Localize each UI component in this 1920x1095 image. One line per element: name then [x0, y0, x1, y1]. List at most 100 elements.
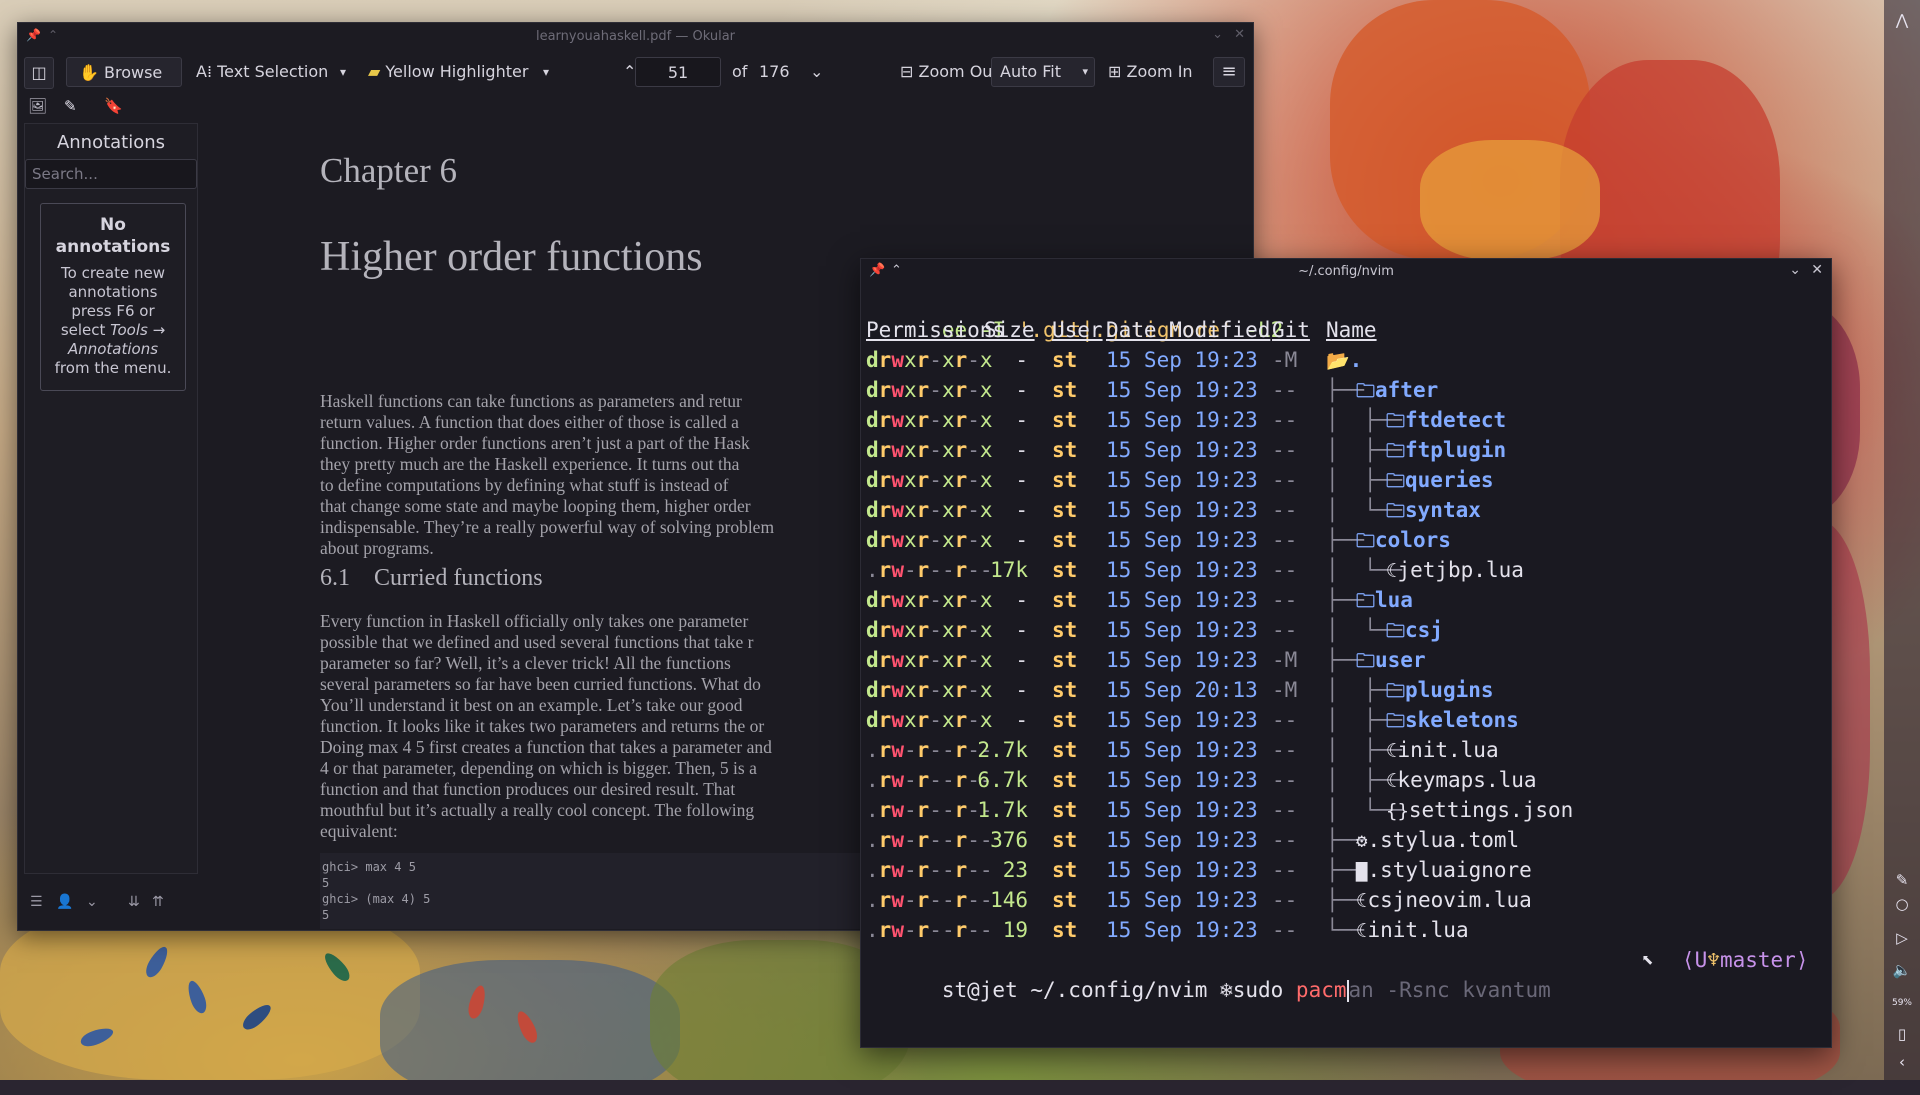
- prompt-user-host: st@jet: [941, 978, 1018, 1002]
- permission-char: w: [891, 768, 904, 792]
- expand-all-icon[interactable]: ⇊: [128, 894, 140, 910]
- permission-char: w: [891, 378, 904, 402]
- date-modified: 15 Sep 19:23: [1106, 498, 1258, 522]
- permission-char: .: [866, 888, 879, 912]
- permission-char: r: [916, 648, 930, 672]
- zoom-in-button[interactable]: ⊞ Zoom In: [1108, 57, 1193, 87]
- zoom-mode-select[interactable]: Auto Fit ▾: [991, 57, 1095, 87]
- permission-char: x: [903, 438, 917, 462]
- media-play-icon[interactable]: ▷: [1892, 928, 1912, 948]
- mouse-cursor-icon: ⬉: [1641, 948, 1654, 972]
- folder-icon: 🗀: [1356, 650, 1376, 672]
- circle-icon[interactable]: ○: [1892, 894, 1912, 914]
- file-entry[interactable]: ☾jetjbp.lua: [1386, 555, 1524, 586]
- directory-entry[interactable]: 🗀lua: [1356, 585, 1413, 616]
- volume-icon[interactable]: 🔈: [1892, 960, 1912, 980]
- filter-list-icon[interactable]: ☰: [30, 894, 43, 910]
- directory-entry[interactable]: 🗀ftdetect: [1386, 405, 1506, 436]
- tool-dropdown-arrow[interactable]: ▾: [340, 57, 346, 87]
- highlighter-label: Yellow Highlighter: [385, 62, 529, 81]
- terminal-output[interactable]: ee -I '.git|.gitignore' -L2 Permissions S…: [866, 285, 1831, 1002]
- file-entry[interactable]: ⚙.stylua.toml: [1356, 825, 1519, 856]
- text-line: function. It looks like it takes two par…: [320, 716, 765, 736]
- directory-entry[interactable]: 🗀after: [1356, 375, 1438, 406]
- permission-char: r: [878, 468, 892, 492]
- annotation-dropdown-arrow[interactable]: ▾: [543, 57, 549, 87]
- file-size: 1.7k: [977, 798, 1028, 822]
- help-line: press F6 or: [71, 302, 155, 320]
- close-icon[interactable]: ✕: [1811, 262, 1823, 278]
- permission-char: r: [878, 708, 892, 732]
- directory-entry[interactable]: 🗀ftplugin: [1386, 435, 1506, 466]
- launcher-icon[interactable]: ⋀: [1892, 10, 1912, 30]
- file-icon: ☾: [1356, 890, 1368, 912]
- file-entry[interactable]: ☾init.lua: [1356, 915, 1469, 946]
- file-entry[interactable]: ☾csjneovim.lua: [1356, 885, 1532, 916]
- column-header: Name: [1326, 318, 1377, 342]
- file-entry[interactable]: ▇.styluaignore: [1356, 855, 1532, 886]
- highlighter-button[interactable]: ▰ Yellow Highlighter: [368, 57, 528, 87]
- date-modified: 15 Sep 19:23: [1106, 408, 1258, 432]
- entry-name: after: [1375, 378, 1439, 402]
- zoom-out-button[interactable]: ⊟ Zoom Out: [900, 57, 999, 87]
- annotations-tab-icon[interactable]: ✎: [64, 97, 77, 115]
- date-modified: 15 Sep 19:23: [1106, 618, 1258, 642]
- permission-char: -: [903, 558, 917, 582]
- owner: st: [1052, 378, 1078, 402]
- snowflake-icon: ❄: [1220, 978, 1233, 1002]
- collapse-all-icon[interactable]: ⇈: [152, 894, 164, 910]
- permission-char: w: [891, 498, 904, 522]
- code-block: ghci> max 4 5 5 ghci> (max 4) 5 5: [320, 853, 862, 929]
- directory-entry[interactable]: 🗀csj: [1386, 615, 1443, 646]
- directory-entry[interactable]: 🗀colors: [1356, 525, 1451, 556]
- permission-char: r: [878, 768, 892, 792]
- owner: st: [1052, 498, 1078, 522]
- directory-entry[interactable]: 📂.: [1326, 345, 1362, 376]
- zoom-in-icon: ⊞: [1108, 62, 1122, 81]
- pen-icon[interactable]: ✎: [1892, 870, 1912, 890]
- sidebar-toggle-button[interactable]: ◫: [24, 57, 54, 89]
- owner: st: [1052, 348, 1078, 372]
- entry-name: jetjbp.lua: [1397, 558, 1524, 582]
- page-number-input[interactable]: 51: [635, 57, 721, 87]
- next-page-icon[interactable]: ⌄: [810, 57, 823, 87]
- git-status: --: [1272, 498, 1298, 522]
- thumbnails-icon[interactable]: 🖼: [28, 97, 47, 115]
- entry-name: ftplugin: [1405, 438, 1507, 462]
- file-entry[interactable]: ☾keymaps.lua: [1386, 765, 1537, 796]
- chevron-down-icon[interactable]: ⌄: [86, 894, 98, 910]
- permission-char: r: [878, 438, 892, 462]
- close-icon[interactable]: ✕: [1234, 27, 1245, 42]
- listing-row: drwxr-xr-x - st 15 Sep 19:23 -M 📂.: [866, 345, 1831, 375]
- directory-entry[interactable]: 🗀plugins: [1386, 675, 1494, 706]
- directory-entry[interactable]: 🗀user: [1356, 645, 1426, 676]
- owner: st: [1052, 588, 1078, 612]
- owner: st: [1052, 828, 1078, 852]
- hamburger-menu-button[interactable]: ≡: [1213, 57, 1245, 87]
- permission-char: r: [878, 678, 892, 702]
- permission-char: -: [929, 468, 942, 492]
- permission-char: .: [866, 858, 879, 882]
- owner: st: [1052, 408, 1078, 432]
- file-entry[interactable]: {}settings.json: [1386, 795, 1573, 826]
- file-entry[interactable]: ☾init.lua: [1386, 735, 1499, 766]
- text-selection-button[interactable]: A⁞ Text Selection: [196, 57, 328, 87]
- directory-entry[interactable]: 🗀queries: [1386, 465, 1494, 496]
- file-size: 2.7k: [977, 738, 1028, 762]
- bookmark-icon[interactable]: 🔖: [104, 97, 123, 115]
- directory-entry[interactable]: 🗀syntax: [1386, 495, 1481, 526]
- browse-button[interactable]: ✋ Browse: [66, 57, 182, 87]
- git-status: --: [1272, 918, 1298, 942]
- typed-command-highlight: pacm: [1295, 978, 1347, 1002]
- date-modified: 15 Sep 19:23: [1106, 738, 1258, 762]
- minimize-icon[interactable]: ⌄: [1212, 27, 1223, 42]
- permission-char: x: [903, 618, 917, 642]
- chevron-left-icon[interactable]: ‹: [1892, 1052, 1912, 1072]
- directory-entry[interactable]: 🗀skeletons: [1386, 705, 1519, 736]
- author-icon[interactable]: 👤: [56, 894, 73, 910]
- permission-char: w: [891, 408, 904, 432]
- listing-row: .rw-r--r-- 6.7k st 15 Sep 19:23 -- │ ├── ☾keym…: [866, 765, 1831, 795]
- permission-char: -: [929, 588, 942, 612]
- minimize-icon[interactable]: ⌄: [1789, 262, 1801, 278]
- annotations-search-input[interactable]: Search...: [25, 159, 197, 189]
